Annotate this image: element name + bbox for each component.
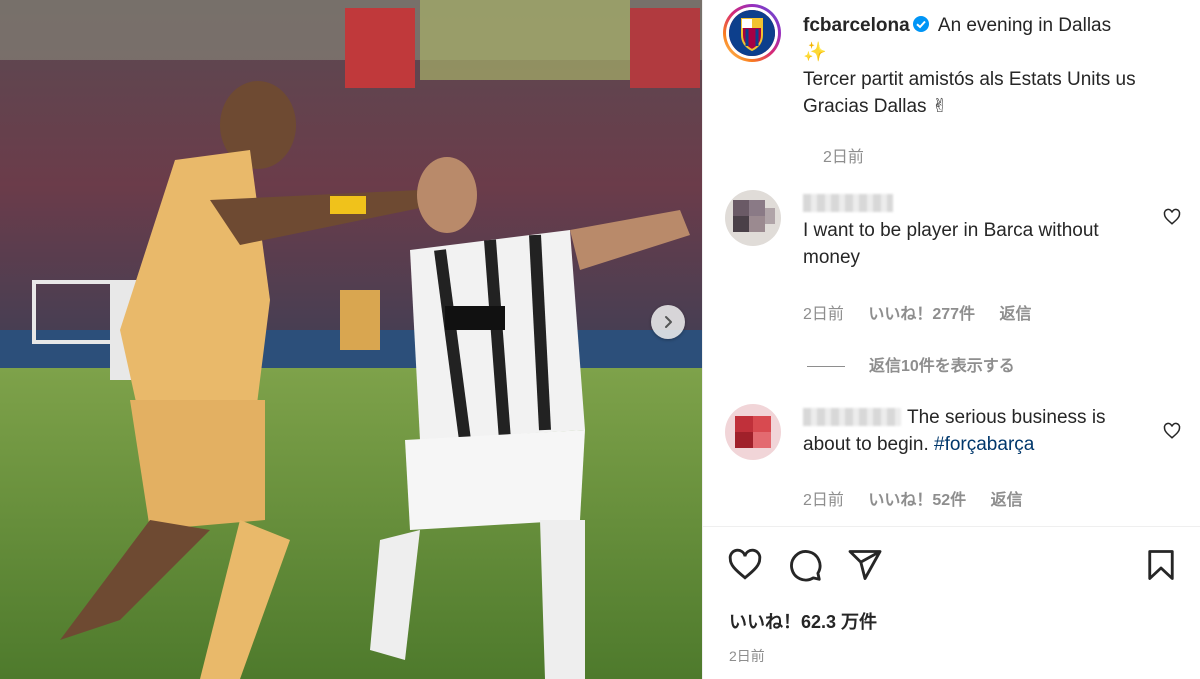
- divider: [703, 526, 1200, 527]
- post-timestamp: 2日前: [729, 648, 765, 664]
- comment-timestamp: 2日前: [803, 306, 844, 323]
- view-replies-button[interactable]: 返信10件を表示する: [807, 352, 1015, 376]
- club-crest-icon: [729, 10, 775, 56]
- comment-like-count[interactable]: いいね！52件: [868, 492, 966, 509]
- reply-button[interactable]: 返信: [991, 492, 1023, 509]
- comment-item: I want to be player in Barca without mon…: [725, 190, 1181, 330]
- comment-timestamp: 2日前: [803, 492, 844, 509]
- commenter-username-blurred[interactable]: [803, 408, 901, 426]
- comment-text: I want to be player in Barca without mon…: [803, 190, 1133, 271]
- post-photo[interactable]: [0, 0, 702, 679]
- instagram-post-view: fcbarcelona An evening in Dallas ✨ Terce…: [0, 0, 1200, 679]
- commenter-avatar[interactable]: [725, 404, 781, 460]
- commenter-username-blurred[interactable]: [803, 194, 893, 212]
- caption-text: fcbarcelona An evening in Dallas ✨ Terce…: [803, 12, 1183, 120]
- commenter-avatar[interactable]: [725, 190, 781, 246]
- post-action-bar: [727, 547, 1187, 585]
- hashtag-link[interactable]: #forçabarça: [934, 434, 1034, 455]
- comment-item: The serious business is about to begin. …: [725, 404, 1181, 514]
- comment-icon[interactable]: [787, 547, 823, 583]
- soccer-photo-illustration: [0, 0, 702, 679]
- post-detail-panel: fcbarcelona An evening in Dallas ✨ Terce…: [702, 0, 1200, 679]
- comment-like-count[interactable]: いいね！277件: [868, 306, 975, 323]
- next-photo-button[interactable]: [651, 305, 685, 339]
- caption-line-3: Gracias Dallas ✌: [803, 96, 948, 117]
- like-heart-icon[interactable]: [727, 547, 763, 583]
- username-link[interactable]: fcbarcelona: [803, 15, 910, 36]
- like-count[interactable]: いいね！62.3 万件: [729, 608, 877, 634]
- bookmark-icon[interactable]: [1143, 547, 1179, 583]
- caption-line-2: Tercer partit amistós als Estats Units u…: [803, 69, 1136, 90]
- sparkle-emoji: ✨: [803, 42, 827, 63]
- heart-icon[interactable]: [1163, 208, 1181, 226]
- comment-text: The serious business is about to begin. …: [803, 407, 1106, 455]
- comment-meta: 2日前 いいね！52件 返信: [803, 486, 1043, 510]
- verified-icon: [912, 16, 929, 32]
- comment-meta: 2日前 いいね！277件 返信: [803, 300, 1052, 324]
- caption-line-1: An evening in Dallas: [937, 15, 1112, 36]
- account-avatar[interactable]: [723, 4, 781, 62]
- caption-timestamp: 2日前: [823, 149, 864, 166]
- heart-icon[interactable]: [1163, 422, 1181, 440]
- chevron-right-icon: [665, 316, 672, 328]
- reply-button[interactable]: 返信: [1000, 306, 1032, 323]
- share-icon[interactable]: [847, 547, 883, 583]
